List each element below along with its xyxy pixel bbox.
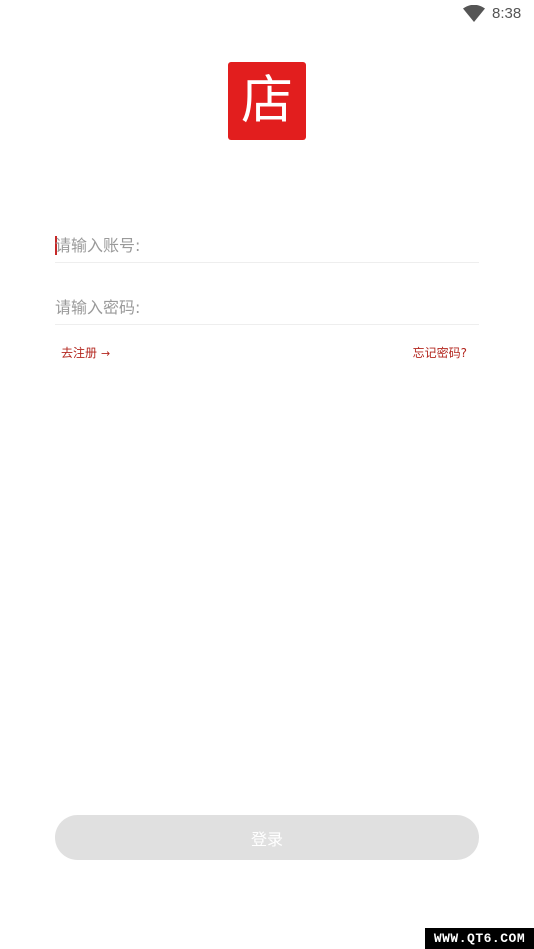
watermark: WWW.QT6.COM — [425, 928, 534, 949]
logo-glyph: 店 — [240, 71, 293, 131]
status-bar: 8:38 — [0, 0, 534, 28]
register-label: 去注册 — [61, 346, 98, 360]
register-link[interactable]: 去注册 → — [61, 344, 110, 361]
arrow-right-icon: → — [101, 347, 111, 360]
wifi-icon — [463, 5, 485, 22]
password-input[interactable] — [55, 290, 479, 324]
password-field[interactable] — [55, 290, 479, 325]
app-logo: 店 — [228, 62, 306, 140]
forgot-password-link[interactable]: 忘记密码? — [413, 344, 467, 361]
login-button[interactable]: 登录 — [55, 815, 479, 860]
account-field[interactable] — [55, 228, 479, 263]
status-time: 8:38 — [492, 5, 522, 22]
account-input[interactable] — [55, 228, 479, 262]
